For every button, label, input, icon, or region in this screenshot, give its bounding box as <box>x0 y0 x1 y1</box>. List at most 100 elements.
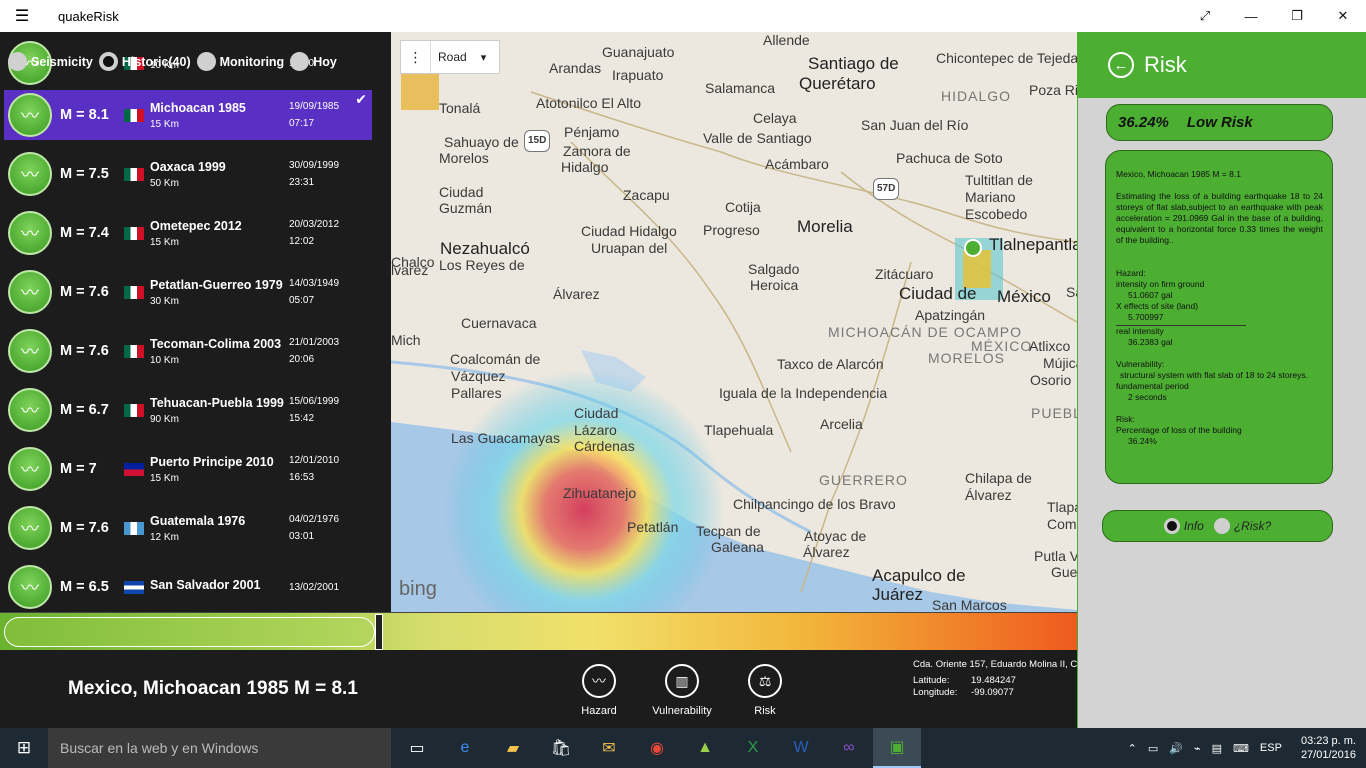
bottom-bar: Mexico, Michoacan 1985 M = 8.1 〰 Hazard … <box>0 650 1077 728</box>
filter-seismicity[interactable]: Seismicity <box>8 52 93 71</box>
quake-date: 30/09/1999 <box>289 160 340 171</box>
quake-name: San Salvador 2001 <box>150 578 261 592</box>
filter-historic[interactable]: Historic(40) <box>98 52 191 71</box>
quake-depth: 90 Km <box>150 413 179 425</box>
radio-icon[interactable] <box>290 52 310 71</box>
risk-level: Low Risk <box>1186 114 1253 131</box>
risk-info-box: Mexico, Michoacan 1985 M = 8.1 Estimatin… <box>1105 150 1333 484</box>
map-city-label: Morelos <box>439 150 489 166</box>
quake-datetime: 19/09/1985 07:17 <box>289 98 339 132</box>
visual-studio-icon[interactable]: ∞ <box>825 728 873 768</box>
quake-name: Ometepec 2012 <box>150 218 242 233</box>
intensity-slider-thumb[interactable] <box>375 614 383 650</box>
map-city-label: Arcelia <box>820 416 863 432</box>
radio-icon[interactable] <box>1213 518 1230 534</box>
chevron-up-icon[interactable]: ⌃ <box>1128 742 1137 755</box>
quake-list-item[interactable]: 〰 M = 7 Puerto Principe 2010 15 Km 12/01/201… <box>4 444 372 494</box>
task-view-icon[interactable]: ▭ <box>393 728 441 768</box>
clock[interactable]: 03:23 p. m. 27/01/2016 <box>1301 734 1356 762</box>
quake-depth: 50 Km <box>150 177 179 189</box>
map-city-label: Las Guacamayas <box>451 430 560 446</box>
heatmap-patch <box>401 68 439 110</box>
minimize-button[interactable]: — <box>1228 0 1274 32</box>
quake-time: 15:42 <box>289 413 315 424</box>
notification-icon[interactable]: ▤ <box>1212 742 1222 755</box>
taskbar-search[interactable]: Buscar en la web y en Windows <box>48 728 391 768</box>
close-button[interactable]: ✕ <box>1320 0 1366 32</box>
vulnerability-button[interactable]: ▥ Vulnerability <box>647 664 717 717</box>
map-city-label: Hidalgo <box>561 159 609 175</box>
map-view[interactable]: ⋮ Road ▾ Guanajuato Allende Santiago de Que… <box>391 32 1077 612</box>
windows-start-icon[interactable]: ⊞ <box>0 738 48 758</box>
window-controls: ⤢ — ❐ ✕ <box>1182 0 1366 32</box>
map-menu-icon[interactable]: ⋮ <box>401 41 431 73</box>
edge-icon[interactable]: e <box>441 728 489 768</box>
quakerisk-icon[interactable]: ▣ <box>873 728 921 768</box>
radio-selected-icon[interactable] <box>98 52 118 71</box>
android-icon[interactable]: ▲ <box>681 728 729 768</box>
map-city-label: Putla Villa de <box>1034 548 1077 564</box>
quake-list-item[interactable]: 〰 M = 7.5 Oaxaca 1999 50 Km 30/09/1999 23:31 <box>4 149 372 199</box>
map-city-label: Taxco de Alarcón <box>777 356 884 372</box>
volume-icon[interactable]: 🔊 <box>1169 742 1183 755</box>
map-city-label: Álvarez <box>965 487 1012 503</box>
quake-list-item[interactable]: 〰 M = 8.1 Michoacan 1985 15 Km 19/09/1985 07:… <box>4 90 372 140</box>
intensity-slider-fill[interactable] <box>4 617 375 647</box>
battery-icon[interactable]: ▭ <box>1148 742 1158 755</box>
risk-button[interactable]: ⚖ Risk <box>730 664 800 717</box>
chevron-down-icon[interactable]: ▾ <box>481 51 487 64</box>
map-city-label: Petatlán <box>627 519 679 535</box>
seismograph-icon: 〰 <box>8 329 52 373</box>
fullscreen-button[interactable]: ⤢ <box>1182 0 1228 32</box>
word-icon[interactable]: W <box>777 728 825 768</box>
map-city-label: Irapuato <box>612 67 664 83</box>
toggle-info[interactable]: Info <box>1184 519 1204 533</box>
mail-icon[interactable]: ✉ <box>585 728 633 768</box>
radio-icon[interactable] <box>196 52 216 71</box>
hazard-button[interactable]: 〰 Hazard <box>564 664 634 717</box>
map-city-label: Atlixco <box>1029 338 1071 354</box>
restore-button[interactable]: ❐ <box>1274 0 1320 32</box>
map-style-selector[interactable]: ⋮ Road ▾ <box>400 40 500 74</box>
excel-icon[interactable]: X <box>729 728 777 768</box>
language-indicator[interactable]: ESP <box>1260 742 1282 754</box>
quake-list-item[interactable]: 〰 M = 7.6 Petatlan-Guerreo 1979 30 Km 14/03/… <box>4 267 372 317</box>
country-flag-icon <box>124 167 144 181</box>
map-city-label: Chilpancingo de los Bravo <box>733 496 896 512</box>
country-flag-icon <box>124 521 144 535</box>
store-icon[interactable]: 🛍 <box>537 728 585 768</box>
seismograph-icon[interactable]: 〰 <box>582 664 616 698</box>
explorer-icon[interactable]: ▰ <box>489 728 537 768</box>
quake-list-item[interactable]: 〰 M = 7.6 Guatemala 1976 12 Km 04/02/1976 03:… <box>4 503 372 553</box>
risk-summary: 36.24% Low Risk <box>1106 104 1333 141</box>
radio-icon[interactable] <box>8 52 27 71</box>
building-icon[interactable]: ▥ <box>665 664 699 698</box>
risk-icon[interactable]: ⚖ <box>748 664 782 698</box>
radio-selected-icon[interactable] <box>1163 518 1180 534</box>
intensity-label: intensity on firm ground <box>1116 279 1205 289</box>
keyboard-icon[interactable]: ⌨ <box>1233 742 1249 755</box>
filter-hoy[interactable]: Hoy <box>290 52 337 71</box>
map-city-label: Cárdenas <box>574 438 635 454</box>
network-icon[interactable]: ⌁ <box>1194 742 1201 755</box>
country-flag-icon <box>124 344 144 358</box>
vulnerability-description: structural system with flat slab of 18 t… <box>1120 370 1309 380</box>
country-flag-icon <box>124 285 144 299</box>
map-state-label: HIDALGO <box>941 88 1012 104</box>
quake-list-item[interactable]: 〰 M = 7.6 Tecoman-Colima 2003 10 Km 21/01/20… <box>4 326 372 376</box>
event-title: Mexico, Michoacan 1985 M = 8.1 <box>68 678 358 699</box>
risk-panel: ← Risk 36.24% Low Risk Mexico, Michoacan… <box>1077 32 1366 728</box>
map-city-label: México <box>997 287 1051 306</box>
toggle-risk[interactable]: ¿Risk? <box>1234 519 1271 533</box>
map-city-label: Santiago de <box>808 54 899 73</box>
back-arrow-icon[interactable]: ← <box>1108 52 1134 78</box>
quake-date: 14/03/1949 <box>289 278 340 289</box>
hamburger-icon[interactable]: ☰ <box>0 6 44 26</box>
filter-monitoring[interactable]: Monitoring <box>196 52 284 71</box>
chrome-icon[interactable]: ◉ <box>633 728 681 768</box>
quake-list-item[interactable]: 〰 M = 6.7 Tehuacan-Puebla 1999 90 Km 15/06/1… <box>4 385 372 435</box>
quake-list-item[interactable]: 〰 M = 6.5 San Salvador 2001 13/02/2001 <box>4 562 372 612</box>
quake-list-item[interactable]: 〰 M = 7.4 Ometepec 2012 15 Km 20/03/2012 12:0… <box>4 208 372 258</box>
quake-date: 21/01/2003 <box>289 337 340 348</box>
map-city-label: Lázaro <box>574 422 617 438</box>
